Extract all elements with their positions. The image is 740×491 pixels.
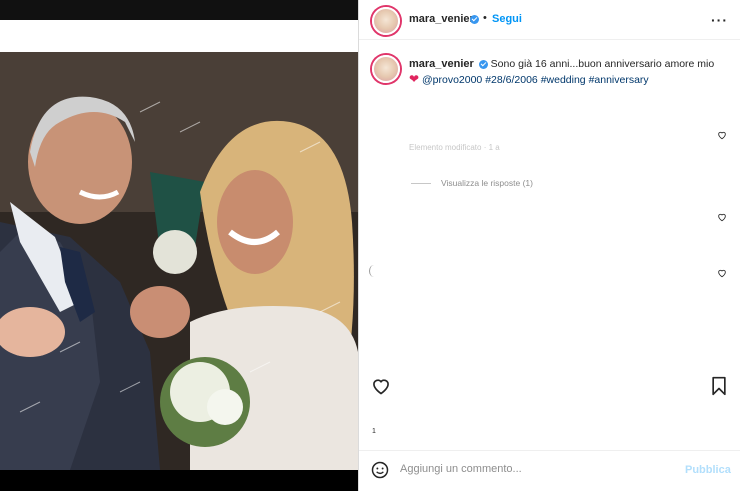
- red-heart-emoji-icon: ❤: [409, 72, 420, 86]
- comment-like-heart-icon[interactable]: [717, 268, 727, 278]
- post-actions: [359, 368, 740, 404]
- replies-line: [411, 182, 431, 184]
- caption-text: mara_venier Sono già 16 anni...buon anni…: [409, 57, 729, 88]
- separator-dot: •: [483, 12, 487, 24]
- media-bottom-bar: [0, 470, 358, 491]
- caption-username[interactable]: mara_venier: [409, 58, 474, 70]
- loading-spinner-icon: [369, 265, 379, 277]
- emoji-picker-icon[interactable]: [371, 461, 389, 479]
- hashtag-anniversary-link[interactable]: #anniversary: [589, 74, 649, 86]
- hashtag-wedding-link[interactable]: #wedding: [541, 74, 586, 86]
- author-username[interactable]: mara_venier: [409, 13, 474, 25]
- comment-input[interactable]: [400, 463, 670, 475]
- caption-body: Sono già 16 anni...buon anniversario amo…: [490, 58, 715, 70]
- comment-like-heart-icon[interactable]: [717, 130, 727, 140]
- view-replies-label[interactable]: Visualizza le risposte (1): [441, 178, 533, 188]
- media-white-strip: [0, 20, 358, 52]
- mention-link[interactable]: @provo2000: [422, 74, 482, 86]
- wedding-photo[interactable]: [0, 52, 358, 470]
- author-avatar[interactable]: [372, 7, 400, 35]
- more-options-icon[interactable]: ···: [711, 12, 728, 28]
- publish-button[interactable]: Pubblica: [685, 464, 731, 476]
- view-replies[interactable]: Visualizza le risposte (1): [411, 178, 533, 188]
- verified-badge-icon: [470, 15, 479, 24]
- follow-button[interactable]: Segui: [492, 13, 522, 25]
- media-top-bar: [0, 0, 358, 20]
- caption-verified-badge-icon: [478, 59, 488, 69]
- post-header: mara_venier • Segui ···: [359, 0, 740, 40]
- likes-count: 1: [372, 428, 376, 435]
- wedding-photo-illustration: [0, 52, 358, 470]
- add-comment-bar: Pubblica: [359, 450, 740, 491]
- post-side-panel: mara_venier • Segui ··· mara_venier Sono…: [358, 0, 740, 491]
- date-hashtag-link[interactable]: #28/6/2006: [485, 74, 538, 86]
- caption-avatar[interactable]: [372, 55, 400, 83]
- edited-note: Elemento modificato · 1 a: [409, 143, 500, 152]
- save-bookmark-icon[interactable]: [710, 376, 728, 396]
- comment-like-heart-icon[interactable]: [717, 212, 727, 222]
- like-heart-icon[interactable]: [371, 376, 391, 396]
- post-media-area: [0, 0, 358, 491]
